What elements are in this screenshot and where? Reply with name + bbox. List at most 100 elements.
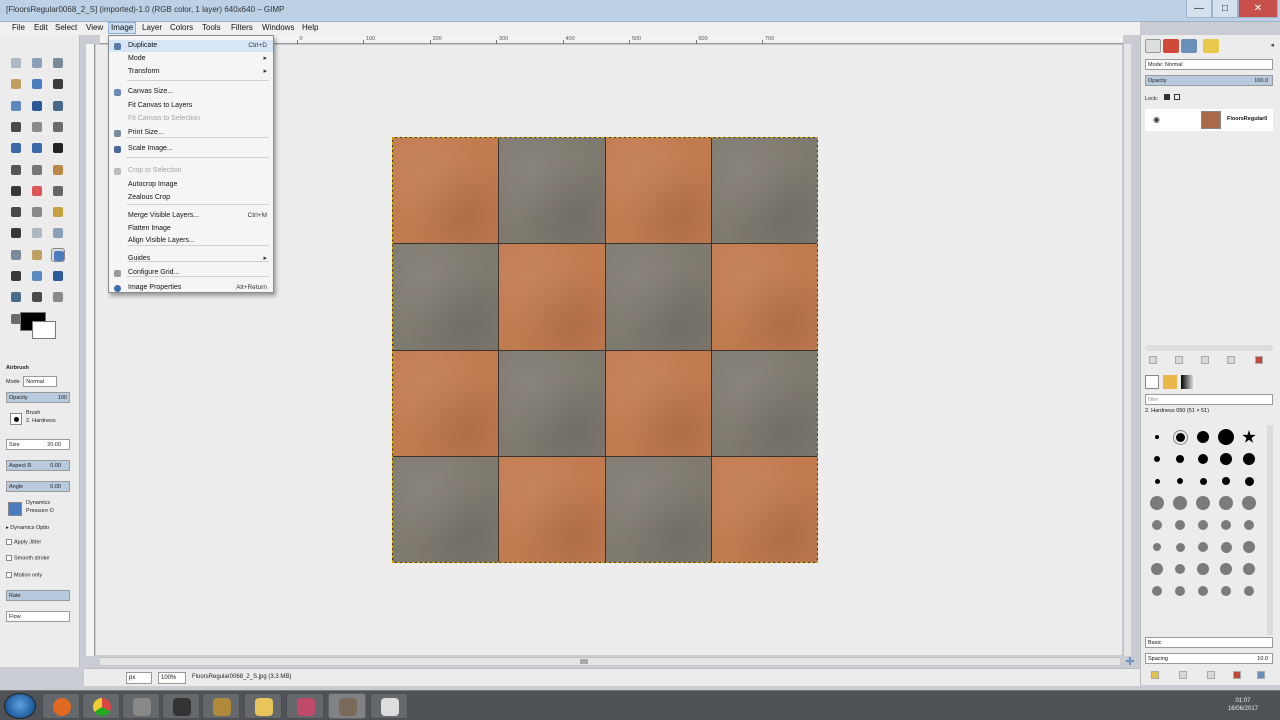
visibility-eye-icon[interactable]: ◉ (1153, 115, 1160, 124)
clone-tool[interactable] (30, 205, 44, 219)
ellipse-select-tool[interactable] (30, 56, 44, 70)
menu-layer[interactable]: Layer (140, 23, 164, 32)
brush-preset[interactable] (1221, 520, 1231, 530)
menu-edit[interactable]: Edit (32, 23, 50, 32)
brush-preset[interactable] (1244, 476, 1254, 486)
brush-preset[interactable] (1244, 586, 1254, 596)
paths-tab-icon[interactable] (1181, 39, 1197, 53)
delete-layer-button[interactable] (1255, 356, 1263, 364)
zoom-select[interactable]: 100% (158, 672, 186, 684)
new-layer-button[interactable] (1149, 356, 1157, 364)
refresh-brushes-button[interactable] (1257, 671, 1265, 679)
taskbar-gimp[interactable] (328, 693, 366, 719)
layers-tab-icon[interactable] (1145, 39, 1161, 53)
color-picker-tool[interactable] (9, 290, 23, 304)
dynamics-icon[interactable] (8, 502, 22, 516)
menu-item-configure-grid[interactable]: Configure Grid... (109, 267, 273, 279)
cage-tool[interactable] (30, 184, 44, 198)
brush-preset[interactable] (1152, 586, 1162, 596)
scissors-tool[interactable] (9, 269, 23, 283)
brushes-scrollbar[interactable] (1267, 425, 1273, 635)
mode-select[interactable]: Normal (23, 376, 58, 387)
flow-slider[interactable]: Flow (6, 611, 70, 622)
duplicate-layer-button[interactable] (1227, 356, 1235, 364)
unit-select[interactable]: px (126, 672, 152, 684)
menu-colors[interactable]: Colors (168, 23, 195, 32)
edit-brush-button[interactable] (1151, 671, 1159, 679)
perspective-tool[interactable] (51, 163, 65, 177)
menu-item-align-visible-layers[interactable]: Align Visible Layers... (109, 235, 273, 247)
menu-select[interactable]: Select (53, 23, 79, 32)
zoom-tool[interactable] (30, 290, 44, 304)
background-color[interactable] (32, 321, 56, 339)
menu-item-canvas-size[interactable]: Canvas Size... (109, 86, 273, 98)
smooth-stroke-checkbox[interactable]: Smooth stroke (6, 555, 70, 561)
brush-preset[interactable] (1151, 563, 1163, 575)
lock-alpha-icon[interactable] (1174, 94, 1181, 100)
brush-preset[interactable] (1155, 435, 1159, 439)
brush-preset[interactable] (1175, 586, 1185, 596)
start-button[interactable] (4, 693, 36, 719)
color-select-tool[interactable] (30, 77, 44, 91)
brush-preset[interactable] (1220, 453, 1232, 465)
paths-tool[interactable] (51, 269, 65, 283)
taskbar-chrome[interactable] (82, 693, 120, 719)
brush-preset[interactable] (1242, 430, 1256, 443)
brush-preset[interactable] (1150, 496, 1164, 510)
paths-tool[interactable] (30, 99, 44, 113)
close-button[interactable]: ✕ (1238, 0, 1278, 18)
image-canvas[interactable] (392, 137, 818, 563)
layers-scrollbar[interactable] (1145, 345, 1273, 351)
color-select-tool[interactable] (51, 247, 65, 262)
taskbar-explorer[interactable] (244, 693, 282, 719)
menu-item-merge-visible-layers[interactable]: Merge Visible Layers... Ctrl+M (109, 210, 273, 222)
foreground-select-tool[interactable] (9, 99, 23, 113)
crop-tool[interactable] (30, 141, 44, 155)
menu-item-print-size[interactable]: Print Size... (109, 127, 273, 139)
fuzzy-select-tool[interactable] (30, 248, 44, 262)
menu-item-autocrop-image[interactable]: Autocrop Image (109, 179, 273, 191)
brush-preset[interactable] (1154, 478, 1160, 484)
brush-preset[interactable] (1172, 429, 1188, 445)
lasso-tool[interactable] (51, 56, 65, 70)
brush-preset[interactable] (1242, 496, 1256, 510)
brush-preset[interactable] (1176, 455, 1184, 463)
opacity-slider[interactable]: Opacity 100 (6, 392, 70, 403)
rotate-tool[interactable] (51, 141, 65, 155)
brush-grid[interactable] (1145, 421, 1265, 633)
scissors-tool[interactable] (51, 77, 65, 91)
taskbar-steam[interactable] (162, 693, 200, 719)
taskbar-app9[interactable] (370, 693, 408, 719)
rect-select-tool[interactable] (30, 226, 44, 240)
vertical-scrollbar[interactable] (1123, 44, 1131, 656)
brush-preset[interactable] (1198, 520, 1208, 530)
text-tool[interactable] (51, 184, 65, 198)
fuzzy-select-tool[interactable] (9, 77, 23, 91)
brush-preset[interactable] (1175, 564, 1185, 574)
brush-preset[interactable] (1220, 563, 1232, 575)
new-brush-button[interactable] (1179, 671, 1187, 679)
brush-preset-select[interactable]: Basic (1145, 637, 1273, 648)
measure-tool[interactable] (30, 120, 44, 134)
rect-select-tool[interactable] (9, 56, 23, 70)
brushes-tab-icon[interactable] (1145, 375, 1159, 389)
brush-preset[interactable] (1243, 563, 1255, 575)
zoom-tool[interactable] (9, 120, 23, 134)
spacing-slider[interactable]: Spacing 10.0 (1145, 653, 1273, 664)
brush-preset[interactable] (1219, 496, 1233, 510)
maximize-button[interactable]: □ (1212, 0, 1238, 18)
menu-item-fit-canvas-to-layers[interactable]: Fit Canvas to Layers (109, 100, 273, 112)
menu-item-mode[interactable]: Mode ▸ (109, 53, 273, 65)
color-picker-tool[interactable] (51, 99, 65, 113)
dodge-tool[interactable] (9, 226, 23, 240)
brush-preset[interactable] (1154, 456, 1160, 462)
layer-mode-select[interactable]: Mode: Normal (1145, 59, 1273, 70)
angle-slider[interactable]: Angle 0.00 (6, 481, 70, 492)
flip-tool[interactable] (9, 184, 23, 198)
measure-tool[interactable] (51, 290, 65, 304)
brush-preset[interactable] (1198, 586, 1208, 596)
foreground-select-tool[interactable] (30, 269, 44, 283)
smudge-tool[interactable] (51, 205, 65, 219)
menu-tools[interactable]: Tools (200, 23, 223, 32)
menu-item-guides[interactable]: Guides ▸ (109, 253, 273, 265)
